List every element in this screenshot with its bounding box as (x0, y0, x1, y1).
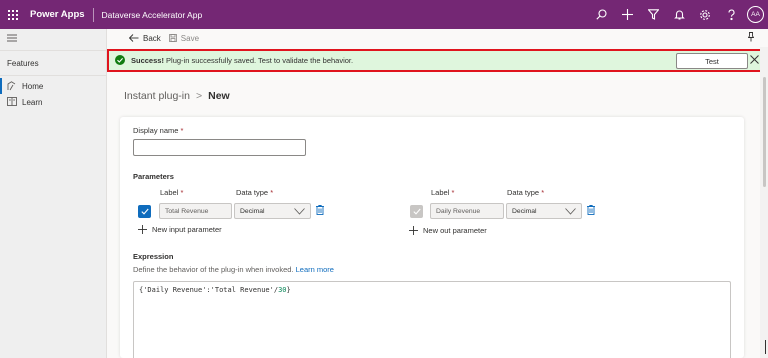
input-datatype-header: Data type * (236, 188, 274, 197)
success-check-icon (115, 54, 125, 67)
output-label-header: Label * (431, 188, 455, 197)
plugin-form-card: Display name * Parameters Label * Data t… (120, 117, 744, 358)
notification-text: Success! Plug-in successfully saved. Tes… (131, 56, 353, 65)
search-icon[interactable] (588, 0, 614, 29)
new-output-parameter-label: New out parameter (423, 226, 487, 235)
nav-section-title: Features (0, 50, 107, 76)
expression-description: Define the behavior of the plug-in when … (133, 265, 334, 274)
input-param-checkbox[interactable] (138, 205, 151, 218)
output-param-checkbox[interactable] (410, 205, 423, 218)
output-param-datatype-select[interactable]: Decimal (506, 203, 582, 219)
notification-message: Plug-in successfully saved. Test to vali… (166, 56, 354, 65)
display-name-input[interactable] (133, 139, 306, 156)
display-name-label: Display name * (133, 126, 184, 135)
header-divider (92, 7, 94, 22)
chevron-down-icon (565, 208, 576, 215)
save-button[interactable]: Save (168, 33, 200, 43)
delete-output-param-icon[interactable] (587, 205, 595, 217)
home-icon (7, 81, 16, 93)
parameters-title: Parameters (133, 172, 174, 181)
plus-icon (409, 226, 418, 235)
pin-icon[interactable] (747, 32, 755, 44)
checkmark-icon (412, 208, 421, 215)
breadcrumb: Instant plug-in > New (124, 90, 230, 102)
expression-closing: } (286, 286, 291, 294)
environment-name[interactable]: Dataverse Accelerator App (102, 10, 203, 20)
input-param-datatype-select[interactable]: Decimal (234, 203, 311, 219)
nav-item-learn-label: Learn (22, 97, 43, 107)
save-disk-icon (168, 34, 177, 42)
plus-icon (138, 225, 147, 234)
user-avatar[interactable]: AA (747, 6, 764, 23)
expression-number: 30 (278, 286, 287, 294)
vertical-scrollbar[interactable] (760, 47, 768, 358)
output-datatype-header: Data type * (507, 188, 545, 197)
bell-icon[interactable] (666, 0, 692, 29)
output-param-label-field[interactable]: Daily Revenue (430, 203, 504, 219)
new-output-parameter-button[interactable]: New out parameter (409, 226, 487, 235)
chevron-down-icon (294, 208, 305, 215)
save-label: Save (180, 33, 200, 43)
notification-title: Success! (131, 56, 164, 65)
output-param-datatype-value: Decimal (512, 207, 537, 215)
expression-editor[interactable]: {'Daily Revenue':'Total Revenue'/30} (133, 281, 731, 358)
success-notification-bar: Success! Plug-in successfully saved. Tes… (107, 49, 765, 72)
learn-more-link[interactable]: Learn more (296, 265, 334, 274)
scrollbar-thumb[interactable] (763, 77, 766, 187)
breadcrumb-separator: > (195, 90, 203, 102)
left-navigation: Features Home Learn (0, 29, 107, 358)
app-launcher-icon[interactable] (0, 0, 26, 29)
add-icon[interactable] (614, 0, 640, 29)
expression-title: Expression (133, 252, 174, 261)
nav-item-home-label: Home (22, 81, 44, 91)
breadcrumb-current: New (208, 90, 230, 102)
filter-icon[interactable] (640, 0, 666, 29)
new-input-parameter-button[interactable]: New input parameter (138, 225, 222, 234)
active-indicator (0, 78, 2, 94)
help-icon[interactable] (718, 0, 744, 29)
expression-text: {'Daily Revenue':'Total Revenue'/ (139, 286, 279, 294)
back-label: Back (143, 33, 161, 43)
nav-item-learn[interactable]: Learn (0, 93, 107, 111)
command-bar: Back Save (107, 29, 768, 47)
book-icon (7, 97, 17, 108)
hamburger-menu-icon[interactable] (7, 34, 17, 44)
app-name[interactable]: Power Apps (30, 9, 85, 20)
input-param-label-field[interactable]: Total Revenue (159, 203, 232, 219)
top-header-bar: Power Apps Dataverse Accelerator App AA (0, 0, 768, 29)
close-icon[interactable] (750, 55, 759, 66)
delete-input-param-icon[interactable] (316, 205, 324, 217)
settings-gear-icon[interactable] (692, 0, 718, 29)
input-param-datatype-value: Decimal (240, 207, 265, 215)
back-button[interactable]: Back (129, 34, 161, 43)
new-input-parameter-label: New input parameter (152, 225, 222, 234)
back-arrow-icon (129, 34, 139, 42)
breadcrumb-parent[interactable]: Instant plug-in (124, 90, 190, 102)
checkmark-icon (140, 208, 149, 215)
input-label-header: Label * (160, 188, 184, 197)
text-cursor (765, 340, 766, 354)
test-button[interactable]: Test (676, 53, 748, 69)
